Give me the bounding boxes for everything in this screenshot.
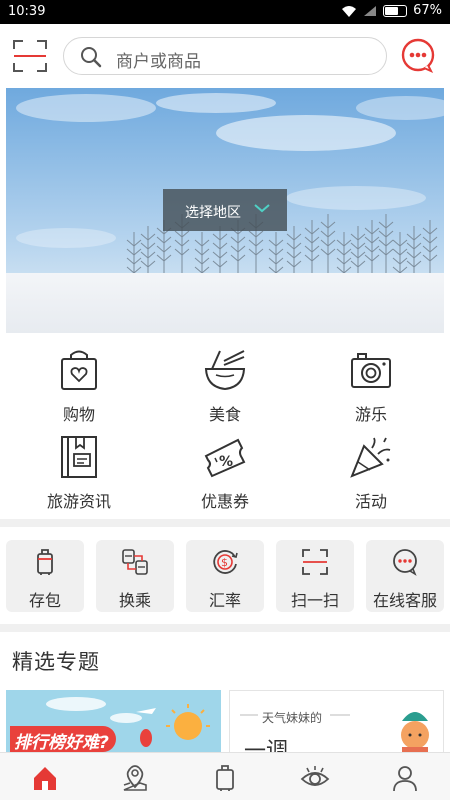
category-travel-info[interactable]: 旅游资讯 [24,434,134,512]
wifi-icon [342,5,357,17]
category-coupons[interactable]: % 优惠券 [170,434,280,512]
profile-icon[interactable] [390,763,420,793]
travel-info-icon [61,436,97,478]
transfer-icon [122,549,148,575]
battery-percent: 67% [413,3,442,18]
search-placeholder: 商户或商品 [116,52,201,72]
tool-online-support[interactable]: 在线客服 [366,540,444,612]
bottom-nav [0,752,450,800]
message-icon[interactable] [400,38,436,74]
region-select-button[interactable]: 选择地区 [163,189,287,231]
svg-text:$: $ [221,556,228,569]
eye-icon[interactable] [300,763,330,793]
tool-scan[interactable]: 扫一扫 [276,540,354,612]
category-events[interactable]: 活动 [316,434,426,512]
section-title: 精选专题 [12,650,100,674]
luggage-icon [37,549,53,575]
status-bar: 10:39 67% [0,0,450,24]
tool-label: 存包 [28,591,61,610]
search-input[interactable]: 商户或商品 [63,37,387,75]
section-divider [0,519,450,527]
category-label: 游乐 [354,405,387,424]
chat-icon [393,549,417,576]
tool-transfer[interactable]: 换乘 [96,540,174,612]
location-icon[interactable] [120,763,150,793]
category-label: 优惠券 [200,492,249,511]
tool-label: 扫一扫 [290,591,339,610]
featured-card[interactable]: 排行榜好难? [6,690,221,754]
card-title: 排行榜好难? [14,733,109,753]
search-icon [81,47,102,68]
category-entertainment[interactable]: 游乐 [316,347,426,425]
featured-card[interactable]: 天气妹妹的 一调 [229,690,444,754]
region-label: 选择地区 [185,205,241,221]
scan-icon [302,549,328,575]
category-label: 旅游资讯 [46,492,111,511]
tool-label: 在线客服 [372,591,437,610]
category-label: 购物 [62,405,95,424]
tool-label: 汇率 [208,591,241,610]
scan-icon[interactable] [12,38,48,74]
shopping-bag-icon [61,350,97,390]
category-shopping[interactable]: 购物 [24,347,134,425]
banner-image[interactable]: 选择地区 [6,88,444,333]
signal-icon [364,5,377,16]
tool-exchange-rate[interactable]: $ 汇率 [186,540,264,612]
category-label: 美食 [208,405,241,424]
home-icon[interactable] [30,763,60,793]
chevron-down-icon [254,204,270,213]
food-bowl-icon [204,350,246,391]
coupon-icon: % [204,438,246,478]
tool-luggage-storage[interactable]: 存包 [6,540,84,612]
category-label: 活动 [354,492,387,511]
tool-label: 换乘 [118,591,151,610]
luggage-icon[interactable] [210,763,240,793]
status-time: 10:39 [8,4,46,19]
exchange-rate-icon: $ [213,550,238,574]
search-header: 商户或商品 [0,24,450,88]
category-food[interactable]: 美食 [170,347,280,425]
svg-text:%: % [219,454,233,470]
card-title: 一调 [244,739,289,754]
card-subtitle: 天气妹妹的 [262,711,323,725]
section-divider [0,624,450,632]
party-icon [350,437,391,478]
camera-icon [351,353,391,388]
battery-icon [383,4,408,17]
